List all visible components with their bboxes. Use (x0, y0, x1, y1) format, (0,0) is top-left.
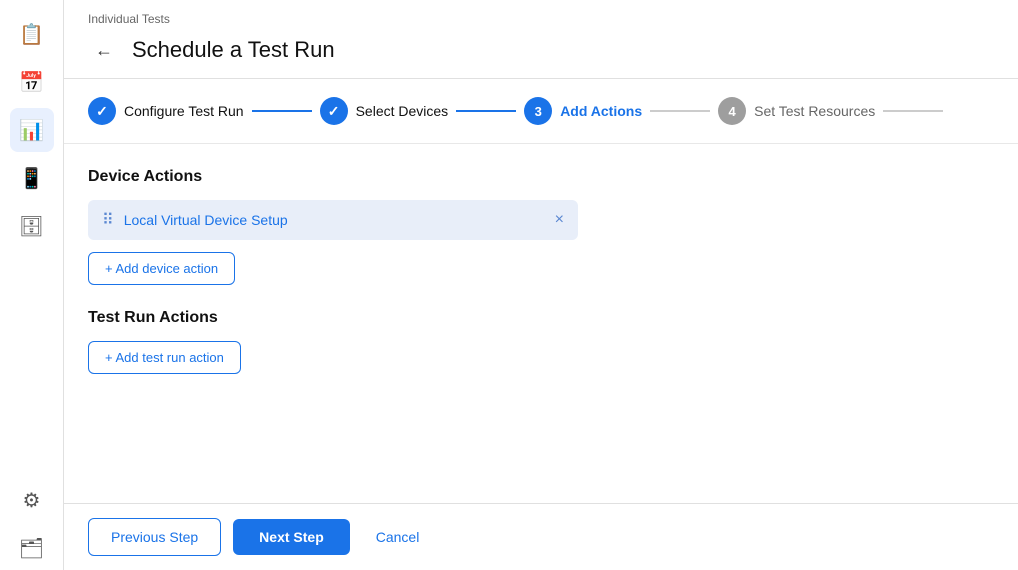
step-circle-set-resources: 4 (718, 97, 746, 125)
test-run-actions-title: Test Run Actions (88, 309, 994, 327)
device-actions-title: Device Actions (88, 168, 994, 186)
stepper: Configure Test Run Select Devices 3 Add … (64, 79, 1018, 144)
connector-4 (883, 110, 943, 112)
chip-left: ⠿ Local Virtual Device Setup (102, 210, 288, 230)
step-number-3: 3 (535, 104, 542, 119)
main-content: Individual Tests ← Schedule a Test Run C… (64, 0, 1018, 570)
title-row: ← Schedule a Test Run (88, 34, 994, 78)
chart-icon: 📊 (19, 118, 44, 143)
sidebar-item-folder[interactable]: 🗂 (10, 526, 54, 570)
chip-close-button[interactable]: × (555, 211, 564, 229)
add-device-action-button[interactable]: + Add device action (88, 252, 235, 285)
previous-step-button[interactable]: Previous Step (88, 518, 221, 556)
sidebar-item-server[interactable]: 🗄 (10, 204, 54, 248)
clipboard-icon: 📋 (19, 22, 44, 47)
sidebar-item-chart[interactable]: 📊 (10, 108, 54, 152)
step-select-devices: Select Devices (320, 97, 449, 125)
step-set-resources: 4 Set Test Resources (718, 97, 875, 125)
connector-1 (252, 110, 312, 112)
mobile-icon: 📱 (19, 166, 44, 191)
folder-icon: 🗂 (19, 536, 44, 561)
step-add-actions: 3 Add Actions (524, 97, 642, 125)
sidebar-item-clipboard[interactable]: 📋 (10, 12, 54, 56)
step-circle-select-devices (320, 97, 348, 125)
breadcrumb: Individual Tests (88, 12, 994, 26)
content-area: Device Actions ⠿ Local Virtual Device Se… (64, 144, 1018, 503)
sidebar: 📋 📅 📊 📱 🗄 ⚙ 🗂 (0, 0, 64, 570)
server-icon: 🗄 (19, 214, 44, 239)
step-label-set-resources: Set Test Resources (754, 103, 875, 119)
chip-label: Local Virtual Device Setup (124, 212, 288, 228)
step-label-add-actions: Add Actions (560, 103, 642, 119)
device-action-chip: ⠿ Local Virtual Device Setup × (88, 200, 578, 240)
page-title: Schedule a Test Run (132, 37, 335, 63)
step-circle-add-actions: 3 (524, 97, 552, 125)
settings-icon: ⚙ (23, 488, 41, 513)
checkmark-icon-2 (328, 103, 340, 120)
back-arrow-icon: ← (95, 40, 113, 61)
test-run-actions-section: Test Run Actions + Add test run action (88, 309, 994, 398)
back-button[interactable]: ← (88, 34, 120, 66)
calendar-icon: 📅 (19, 70, 44, 95)
sidebar-item-calendar[interactable]: 📅 (10, 60, 54, 104)
checkmark-icon (96, 103, 108, 120)
step-label-configure: Configure Test Run (124, 103, 244, 119)
connector-3 (650, 110, 710, 112)
header: Individual Tests ← Schedule a Test Run (64, 0, 1018, 79)
sidebar-item-mobile[interactable]: 📱 (10, 156, 54, 200)
connector-2 (456, 110, 516, 112)
next-step-button[interactable]: Next Step (233, 519, 350, 555)
step-configure: Configure Test Run (88, 97, 244, 125)
step-circle-configure (88, 97, 116, 125)
cancel-button[interactable]: Cancel (362, 519, 434, 555)
footer: Previous Step Next Step Cancel (64, 503, 1018, 570)
device-actions-section: Device Actions ⠿ Local Virtual Device Se… (88, 168, 994, 309)
sidebar-item-settings[interactable]: ⚙ (10, 478, 54, 522)
add-test-run-action-button[interactable]: + Add test run action (88, 341, 241, 374)
step-number-4: 4 (728, 104, 735, 119)
drag-handle-icon[interactable]: ⠿ (102, 210, 114, 230)
step-label-select-devices: Select Devices (356, 103, 449, 119)
